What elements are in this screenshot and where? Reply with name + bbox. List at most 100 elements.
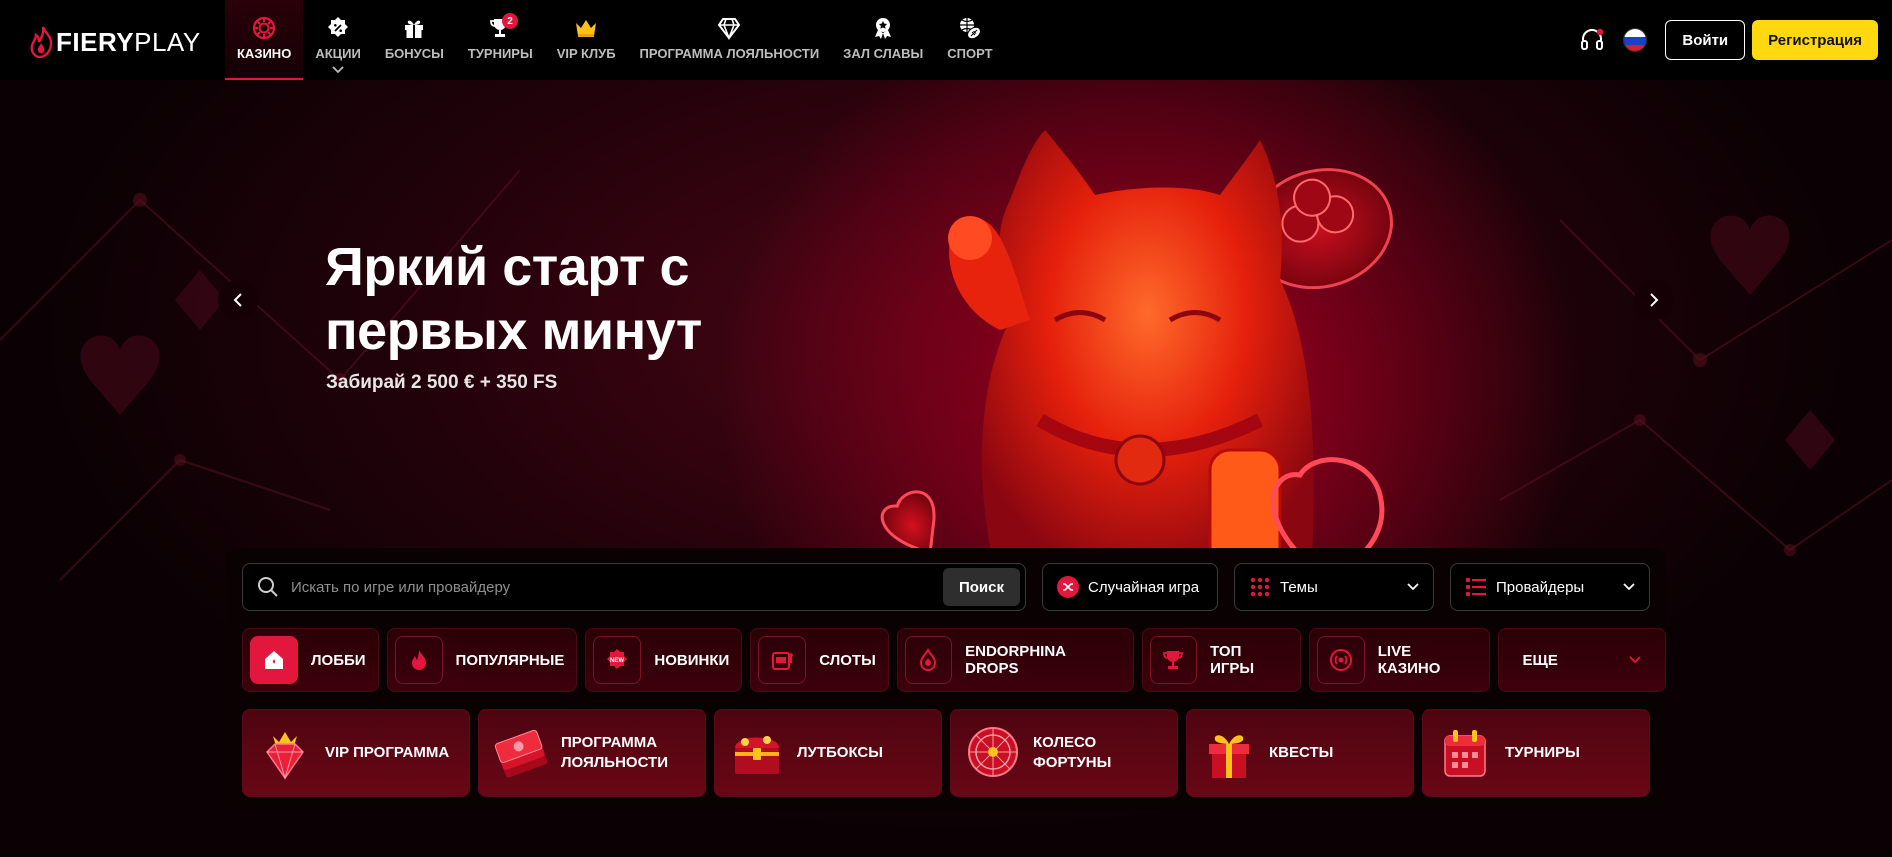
home-icon: [265, 651, 283, 669]
search-input[interactable]: [291, 578, 943, 596]
random-game-label: Случайная игра: [1088, 578, 1200, 596]
category-label: ENDORPHINA DROPS: [965, 643, 1066, 677]
sport-balls-icon: [959, 18, 981, 40]
drop-flame-icon: [920, 648, 937, 671]
header-actions: Войти Регистрация: [1579, 20, 1878, 60]
search-button[interactable]: Поиск: [942, 568, 1020, 606]
category-icon-box: [904, 636, 953, 684]
grid-dots-icon: [1250, 577, 1270, 597]
category-more-dropdown[interactable]: ЕЩЕ: [1497, 628, 1666, 692]
nav-item-loyalty-program[interactable]: ПРОГРАММА ЛОЯЛЬНОСТИ: [628, 0, 832, 80]
category-icon-box: [1149, 636, 1198, 684]
language-flag-ru-icon[interactable]: [1623, 28, 1648, 52]
hero-title: Яркий старт с первых минут: [325, 235, 702, 363]
feature-label: VIP ПРОГРАММА: [325, 743, 449, 763]
main-nav: КАЗИНО АКЦИИ БОНУСЫ 2 ТУРНИРЫ VIP КЛУБ П…: [225, 0, 1005, 80]
promo-badge-icon: [328, 17, 349, 37]
nav-item-tournaments[interactable]: 2 ТУРНИРЫ: [456, 0, 545, 80]
category-live-casino[interactable]: LIVE КАЗИНО: [1309, 628, 1490, 692]
crown-icon: [576, 20, 597, 37]
feature-vip-program[interactable]: VIP ПРОГРАММА: [242, 709, 470, 797]
list-icon: [1466, 578, 1486, 596]
feature-label-line-2: ЛОЯЛЬНОСТИ: [561, 754, 668, 771]
feature-label: ПРОГРАММА ЛОЯЛЬНОСТИ: [561, 733, 668, 773]
nav-label: КАЗИНО: [237, 46, 292, 61]
support-headset-icon[interactable]: [1579, 27, 1605, 53]
fieryplay-logo[interactable]: FIERY PLAY: [30, 24, 201, 60]
providers-label: Провайдеры: [1496, 578, 1585, 596]
chevron-left-icon: [233, 293, 242, 307]
hero-title-line-1: Яркий старт с: [325, 237, 689, 297]
feature-label: КОЛЕСО ФОРТУНЫ: [1033, 733, 1111, 773]
category-endorphina-drops[interactable]: ENDORPHINA DROPS: [896, 628, 1134, 692]
search-bar: Поиск: [242, 563, 1026, 611]
feature-tournaments[interactable]: ТУРНИРЫ: [1422, 709, 1650, 797]
nav-item-sport[interactable]: СПОРТ: [935, 0, 1004, 80]
top-trophy-icon: [1163, 651, 1184, 669]
nav-label: ТУРНИРЫ: [467, 46, 533, 61]
feature-label-line-1: VIP ПРОГРАММА: [325, 744, 450, 761]
more-label: ЕЩЕ: [1522, 651, 1558, 669]
carousel-prev-button[interactable]: [218, 280, 258, 320]
themes-dropdown[interactable]: Темы: [1234, 563, 1434, 611]
category-icon-box: [394, 636, 443, 684]
category-popular[interactable]: ПОПУЛЯРНЫЕ: [386, 628, 578, 692]
svg-text:NEW: NEW: [610, 658, 624, 664]
treasure-chest-icon: [735, 736, 779, 774]
nav-label: АКЦИИ: [315, 46, 361, 61]
login-button[interactable]: Войти: [1665, 20, 1746, 60]
feature-label-line-1: КОЛЕСО: [1033, 734, 1097, 751]
money-stack-icon: [494, 729, 548, 778]
nav-label: VIP КЛУБ: [556, 46, 616, 61]
nav-item-vip-club[interactable]: VIP КЛУБ: [545, 0, 628, 80]
random-game-button[interactable]: Случайная игра: [1042, 563, 1218, 611]
category-label: ТОП ИГРЫ: [1210, 643, 1255, 677]
category-icon-box: [758, 636, 807, 684]
tournaments-count-badge: 2: [502, 13, 519, 29]
medal-icon: [875, 18, 892, 39]
nav-label: ЗАЛ СЛАВЫ: [843, 46, 924, 61]
feature-label: ТУРНИРЫ: [1505, 743, 1580, 763]
chevron-down-icon: [332, 66, 344, 74]
nav-item-promotions[interactable]: АКЦИИ: [303, 0, 373, 80]
category-slots[interactable]: СЛОТЫ: [750, 628, 889, 692]
games-panel: Поиск Случайная игра Темы Провайдеры: [226, 548, 1666, 810]
new-badge-icon: NEW: [607, 649, 628, 669]
feature-cards: VIP ПРОГРАММА ПРОГРАММА ЛОЯЛЬНОСТИ ЛУТБО…: [242, 709, 1650, 797]
diamond-icon: [718, 18, 741, 40]
logo-text-bold: FIERY: [56, 26, 135, 57]
gift-icon: [405, 20, 424, 38]
nav-label: ПРОГРАММА ЛОЯЛЬНОСТИ: [639, 46, 820, 61]
nav-item-casino[interactable]: КАЗИНО: [225, 0, 304, 80]
chevron-right-icon: [1650, 293, 1659, 307]
nav-item-bonuses[interactable]: БОНУСЫ: [373, 0, 456, 80]
flame-logo-icon: [30, 26, 53, 58]
category-lobby[interactable]: ЛОББИ: [242, 628, 379, 692]
category-icon-box: NEW: [593, 636, 642, 684]
category-top-games[interactable]: ТОП ИГРЫ: [1141, 628, 1302, 692]
nav-item-hall-of-fame[interactable]: ЗАЛ СЛАВЫ: [831, 0, 935, 80]
category-label: LIVE КАЗИНО: [1377, 643, 1441, 677]
feature-label: ЛУТБОКСЫ: [797, 743, 883, 763]
feature-lootboxes[interactable]: ЛУТБОКСЫ: [714, 709, 942, 797]
feature-loyalty-program[interactable]: ПРОГРАММА ЛОЯЛЬНОСТИ: [478, 709, 706, 797]
live-broadcast-icon: [1330, 649, 1353, 671]
category-icon-box: [250, 636, 298, 684]
providers-dropdown[interactable]: Провайдеры: [1450, 563, 1650, 611]
feature-quests[interactable]: КВЕСТЫ: [1186, 709, 1414, 797]
search-icon: [258, 577, 278, 597]
slot-machine-icon: [772, 652, 794, 670]
category-new[interactable]: NEW НОВИНКИ: [585, 628, 743, 692]
feature-fortune-wheel[interactable]: КОЛЕСО ФОРТУНЫ: [950, 709, 1178, 797]
chevron-down-icon: [1629, 656, 1641, 664]
crowned-gem-icon: [266, 732, 304, 780]
hero-title-line-2: первых минут: [325, 301, 702, 361]
hero-subtitle: Забирай 2 500 € + 350 FS: [326, 372, 558, 393]
shuffle-icon: [1057, 576, 1079, 598]
carousel-next-button[interactable]: [1634, 280, 1674, 320]
themes-label: Темы: [1280, 578, 1318, 596]
logo-text-light: PLAY: [134, 26, 201, 57]
nav-label: БОНУСЫ: [384, 46, 444, 61]
feature-label-line-1: КВЕСТЫ: [1269, 744, 1334, 761]
register-button[interactable]: Регистрация: [1752, 20, 1878, 60]
